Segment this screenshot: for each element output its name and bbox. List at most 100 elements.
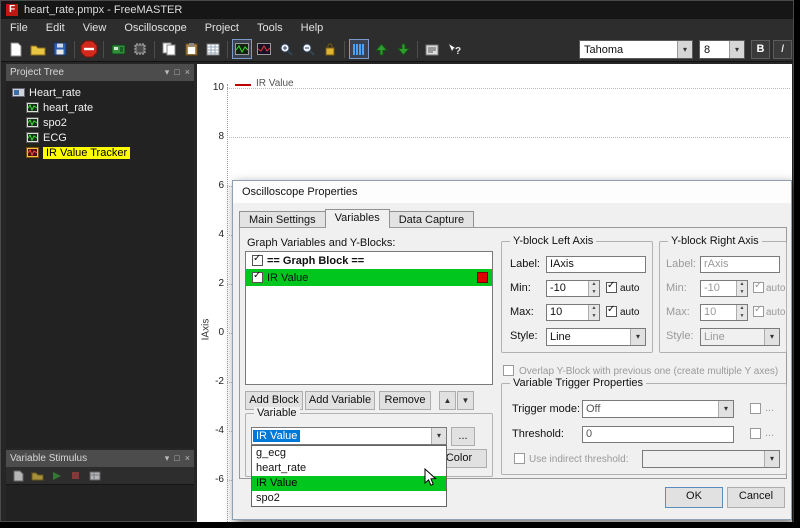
variable-combo-value: IR Value [253, 430, 300, 442]
min-auto-checkbox[interactable] [606, 282, 617, 293]
options-icon[interactable] [422, 39, 442, 59]
bold-button[interactable]: B [751, 40, 770, 59]
menu-edit[interactable]: Edit [37, 19, 74, 37]
tab-data-capture[interactable]: Data Capture [389, 211, 474, 228]
stepper-arrows-icon[interactable]: ▲▼ [588, 281, 599, 296]
left-axis-min-stepper[interactable]: -10 ▲▼ [546, 280, 600, 297]
trigger-mode-combo[interactable]: Off [582, 400, 734, 418]
remove-button[interactable]: Remove [379, 391, 431, 410]
font-size-combo[interactable]: 8 ▾ [699, 40, 745, 59]
chevron-down-icon[interactable] [630, 329, 645, 345]
menu-view[interactable]: View [74, 19, 116, 37]
move-down-icon[interactable] [393, 39, 413, 59]
checkbox-checked[interactable] [252, 272, 263, 283]
auto-label: auto [766, 307, 785, 318]
panel-close-icon[interactable] [185, 450, 190, 467]
chevron-down-icon[interactable]: ▾ [729, 41, 744, 58]
panel-close-icon[interactable] [185, 64, 190, 81]
dropdown-item-spo2[interactable]: spo2 [252, 491, 446, 506]
graph-variables-list[interactable]: == Graph Block == IR Value [245, 251, 493, 385]
font-name-combo[interactable]: Tahoma ▾ [579, 40, 693, 59]
tab-main-settings[interactable]: Main Settings [239, 211, 326, 228]
copy-icon[interactable] [159, 39, 179, 59]
grid-bars-icon[interactable] [349, 39, 369, 59]
oscilloscope-icon[interactable] [232, 39, 252, 59]
panel-float-icon[interactable] [174, 64, 179, 81]
add-variable-button[interactable]: Add Variable [305, 391, 375, 410]
y-tick-label: 10 [198, 82, 224, 93]
overlap-label: Overlap Y-Block with previous one (creat… [519, 366, 778, 377]
left-axis-max-stepper[interactable]: 10 ▲▼ [546, 304, 600, 321]
checkbox-checked[interactable] [252, 255, 263, 266]
list-item-graph-block[interactable]: == Graph Block == [246, 252, 492, 269]
app-titlebar[interactable]: F heart_rate.pmpx - FreeMASTER [1, 1, 793, 19]
stim-stop-icon[interactable] [67, 468, 84, 484]
toolbar-separator [417, 41, 418, 58]
toolbar-separator [344, 41, 345, 58]
stop-communication-icon[interactable] [79, 39, 99, 59]
tree-item-heart-rate[interactable]: heart_rate [6, 100, 194, 115]
stim-open-icon[interactable] [29, 468, 46, 484]
ok-button[interactable]: OK [665, 487, 723, 508]
menu-file[interactable]: File [1, 19, 37, 37]
color-swatch[interactable] [477, 272, 488, 283]
project-board-icon[interactable] [108, 39, 128, 59]
oscilloscope-properties-dialog: Oscilloscope Properties Main Settings Va… [232, 180, 792, 520]
left-axis-label-field[interactable]: IAxis [546, 256, 646, 273]
zoom-in-icon[interactable] [276, 39, 296, 59]
tab-variables[interactable]: Variables [325, 209, 390, 228]
panel-menu-icon[interactable] [165, 450, 170, 467]
italic-button[interactable]: I [773, 40, 792, 59]
menu-tools[interactable]: Tools [248, 19, 292, 37]
open-project-icon[interactable] [28, 39, 48, 59]
label-caption: Label: [666, 258, 696, 270]
panel-float-icon[interactable] [174, 450, 179, 467]
left-axis-style-combo[interactable]: Line [546, 328, 646, 346]
threshold-field[interactable]: 0 [582, 426, 734, 443]
stim-table-icon[interactable] [86, 468, 103, 484]
tree-item-label-selected: IR Value Tracker [43, 147, 130, 159]
variable-combo[interactable]: IR Value [251, 427, 447, 445]
indirect-threshold-checkbox [514, 453, 525, 464]
mcu-connection-icon[interactable] [130, 39, 150, 59]
panel-menu-icon[interactable] [165, 64, 170, 81]
tree-item-root[interactable]: Heart_rate [6, 85, 194, 100]
menu-help[interactable]: Help [292, 19, 333, 37]
lock-icon[interactable] [320, 39, 340, 59]
cancel-button[interactable]: Cancel [727, 487, 785, 508]
right-axis-max-stepper: 10 ▲▼ [700, 304, 748, 321]
move-item-down-button[interactable]: ▼ [457, 391, 474, 410]
dropdown-item-ir-value[interactable]: IR Value [252, 476, 446, 491]
chevron-down-icon[interactable]: ▾ [677, 41, 692, 58]
dropdown-item-heart-rate[interactable]: heart_rate [252, 461, 446, 476]
stepper-arrows-icon: ▲▼ [736, 305, 747, 320]
style-value: Line [701, 331, 764, 343]
tree-item-spo2[interactable]: spo2 [6, 115, 194, 130]
menu-oscilloscope[interactable]: Oscilloscope [115, 19, 195, 37]
move-up-icon[interactable] [371, 39, 391, 59]
list-item-ir-value[interactable]: IR Value [246, 269, 492, 286]
new-file-icon[interactable] [6, 39, 26, 59]
chevron-down-icon[interactable] [718, 401, 733, 417]
variable-watch-icon[interactable] [203, 39, 223, 59]
dropdown-item-g-ecg[interactable]: g_ecg [252, 446, 446, 461]
stim-start-icon[interactable] [48, 468, 65, 484]
save-icon[interactable] [50, 39, 70, 59]
menu-project[interactable]: Project [196, 19, 248, 37]
dialog-titlebar[interactable]: Oscilloscope Properties [233, 181, 791, 203]
stepper-arrows-icon[interactable]: ▲▼ [588, 305, 599, 320]
browse-variable-button[interactable]: ... [451, 427, 475, 446]
max-auto-checkbox[interactable] [606, 306, 617, 317]
stim-new-icon[interactable] [10, 468, 27, 484]
zoom-out-icon[interactable] [298, 39, 318, 59]
recorder-icon[interactable] [254, 39, 274, 59]
project-tree: Heart_rate heart_rate spo2 ECG IR Value … [6, 81, 194, 448]
context-help-icon[interactable]: ? [444, 39, 464, 59]
scope-icon [26, 132, 39, 143]
tree-item-ir-value-tracker[interactable]: IR Value Tracker [6, 145, 194, 160]
tree-item-ecg[interactable]: ECG [6, 130, 194, 145]
min-value: -10 [701, 281, 736, 296]
paste-icon[interactable] [181, 39, 201, 59]
move-item-up-button[interactable]: ▲ [439, 391, 456, 410]
chevron-down-icon[interactable] [431, 428, 446, 444]
